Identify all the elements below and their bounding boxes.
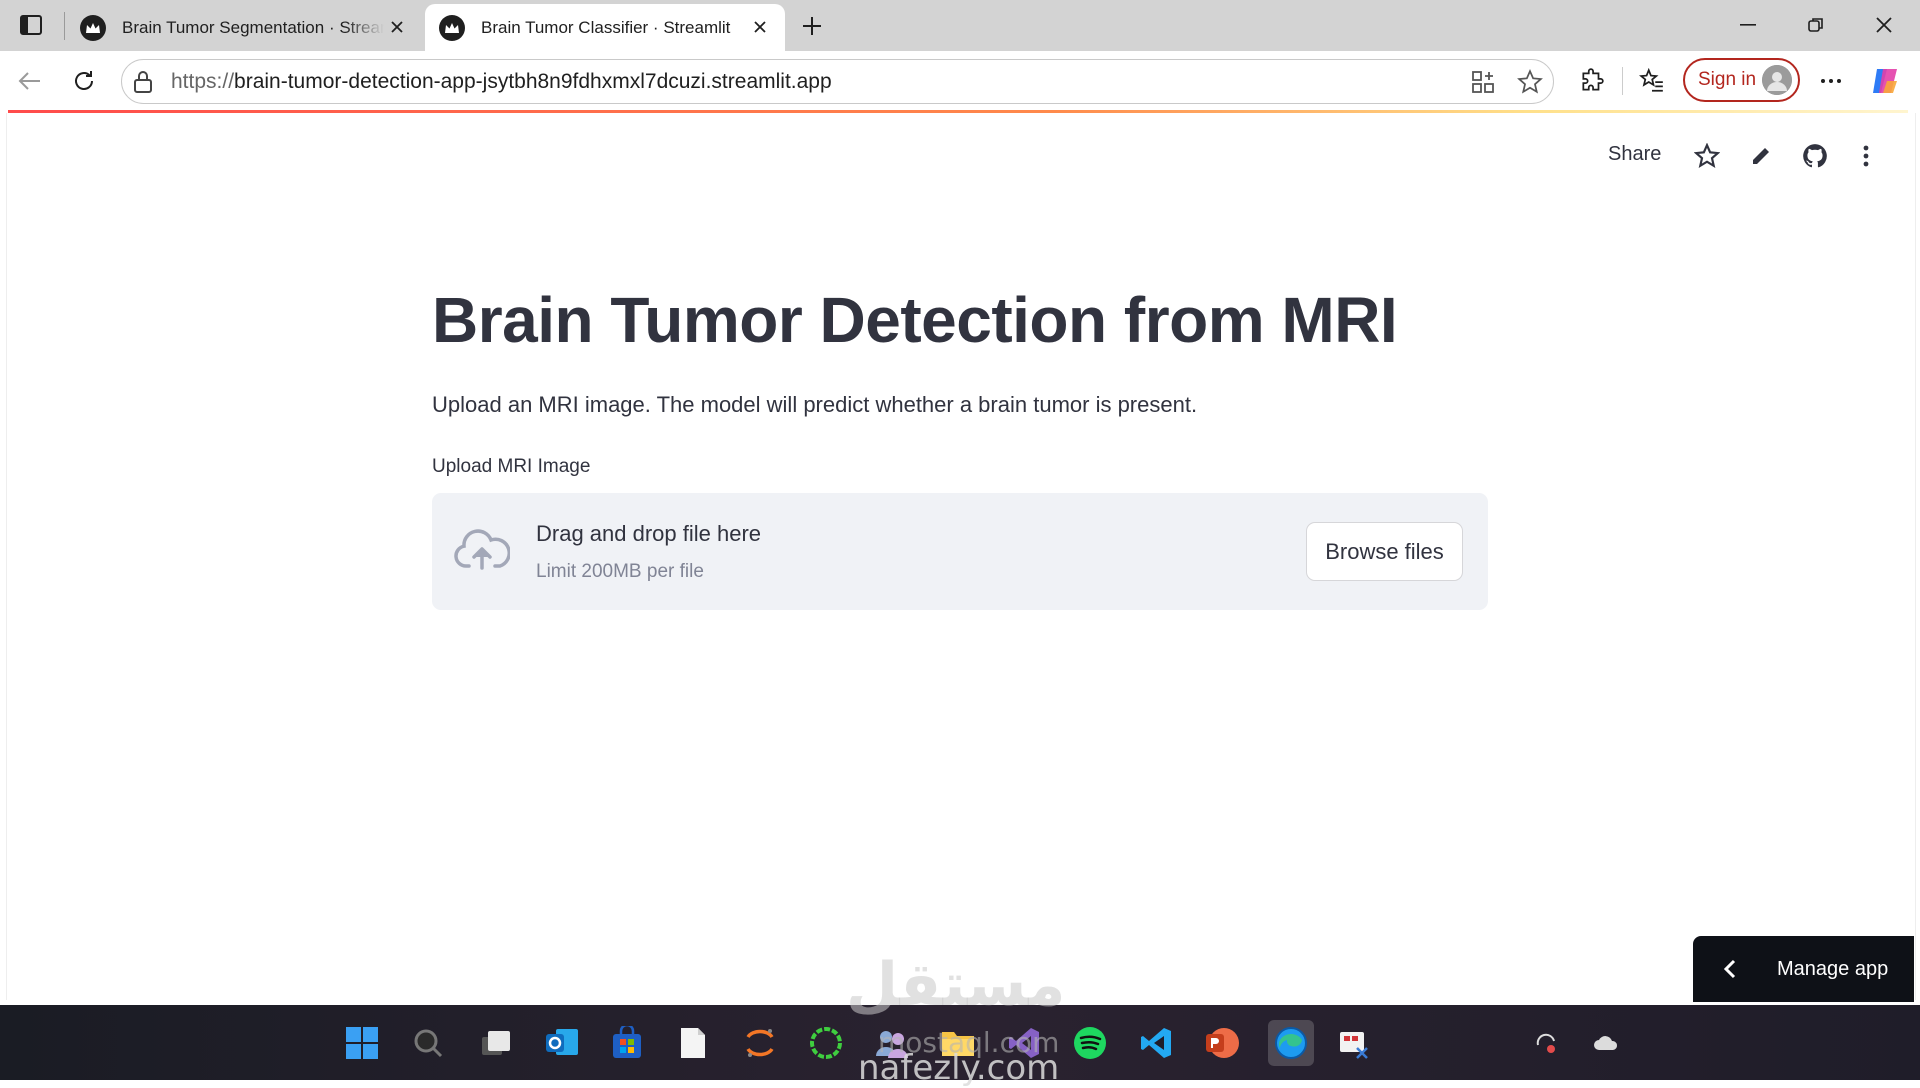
github-icon[interactable]: [1799, 140, 1831, 172]
onedrive-cloud-icon[interactable]: [1586, 1023, 1626, 1063]
file-uploader-label: Upload MRI Image: [432, 456, 591, 477]
file-explorer-icon[interactable]: [938, 1023, 978, 1063]
manage-app-label: Manage app: [1777, 957, 1889, 980]
vs-code-icon[interactable]: [1136, 1023, 1176, 1063]
search-icon[interactable]: [408, 1023, 448, 1063]
reload-icon[interactable]: [66, 63, 102, 99]
more-options-icon[interactable]: [1813, 63, 1849, 99]
browser-toolbar: https://brain-tumor-detection-app-jsytbh…: [0, 51, 1920, 111]
tab-brain-tumor-segmentation[interactable]: Brain Tumor Segmentation · Streamlit: [66, 4, 422, 51]
page-title: Brain Tumor Detection from MRI: [432, 284, 1398, 356]
new-tab-plus-icon[interactable]: [796, 10, 828, 42]
copilot-icon[interactable]: [1867, 63, 1903, 99]
page-description: Upload an MRI image. The model will pred…: [432, 392, 1198, 417]
windows-start-icon[interactable]: [342, 1023, 382, 1063]
app-available-icon[interactable]: [1466, 65, 1500, 99]
chevron-left-icon: [1723, 959, 1753, 979]
cloud-upload-icon: [454, 528, 511, 579]
streamlit-crown-icon: [80, 14, 106, 41]
close-window-icon[interactable]: [1866, 8, 1902, 42]
address-bar[interactable]: https://brain-tumor-detection-app-jsytbh…: [121, 59, 1554, 104]
lock-icon[interactable]: [132, 70, 154, 99]
edge-browser-icon[interactable]: [1268, 1020, 1314, 1066]
profile-avatar-icon: [1762, 65, 1792, 95]
back-arrow-icon[interactable]: [12, 63, 48, 99]
file-dropzone[interactable]: Drag and drop file here Limit 200MB per …: [432, 493, 1488, 610]
powerpoint-icon[interactable]: [1202, 1023, 1242, 1063]
sidebar-toggle-icon[interactable]: [14, 11, 48, 39]
people-app-icon[interactable]: [872, 1023, 912, 1063]
snipping-tool-icon[interactable]: [1334, 1023, 1374, 1063]
sign-in-button[interactable]: Sign in: [1683, 58, 1800, 102]
tab-divider: [64, 12, 65, 40]
main-menu-kebab-icon[interactable]: [1850, 140, 1882, 172]
notepad-icon[interactable]: [673, 1023, 713, 1063]
outlook-icon[interactable]: [542, 1023, 582, 1063]
restore-icon[interactable]: [1798, 8, 1834, 42]
browse-files-button[interactable]: Browse files: [1306, 522, 1463, 581]
windows-taskbar: [0, 1005, 1920, 1080]
star-icon[interactable]: [1691, 140, 1723, 172]
file-size-limit-text: Limit 200MB per file: [536, 561, 704, 582]
visual-studio-icon[interactable]: [1004, 1023, 1044, 1063]
share-button[interactable]: Share: [1608, 143, 1661, 166]
app-ring-icon[interactable]: [806, 1023, 846, 1063]
tab-title: Brain Tumor Segmentation · Streamlit: [122, 17, 384, 37]
favorite-star-icon[interactable]: [1513, 65, 1547, 99]
extensions-puzzle-icon[interactable]: [1574, 63, 1610, 99]
task-view-icon[interactable]: [476, 1023, 516, 1063]
favorites-list-icon[interactable]: [1634, 63, 1670, 99]
microsoft-store-icon[interactable]: [607, 1023, 647, 1063]
tab-brain-tumor-classifier[interactable]: Brain Tumor Classifier · Streamlit: [425, 4, 785, 51]
drag-and-drop-text: Drag and drop file here: [536, 521, 762, 546]
browser-tab-strip: Brain Tumor Segmentation · Streamlit Bra…: [0, 0, 1920, 51]
manage-app-button[interactable]: Manage app: [1693, 936, 1914, 1002]
url-text: https://brain-tumor-detection-app-jsytbh…: [171, 70, 832, 93]
spotify-icon[interactable]: [1070, 1023, 1110, 1063]
sign-in-label: Sign in: [1698, 69, 1757, 90]
tab-title: Brain Tumor Classifier · Streamlit: [481, 17, 731, 37]
edit-pencil-icon[interactable]: [1745, 140, 1777, 172]
minimize-icon[interactable]: [1730, 8, 1766, 42]
jupyter-icon[interactable]: [740, 1023, 780, 1063]
tray-sync-icon[interactable]: [1526, 1023, 1566, 1063]
close-tab-icon[interactable]: [749, 16, 771, 38]
close-tab-icon[interactable]: [386, 16, 408, 38]
toolbar-divider: [1622, 67, 1623, 95]
streamlit-crown-icon: [439, 14, 465, 41]
